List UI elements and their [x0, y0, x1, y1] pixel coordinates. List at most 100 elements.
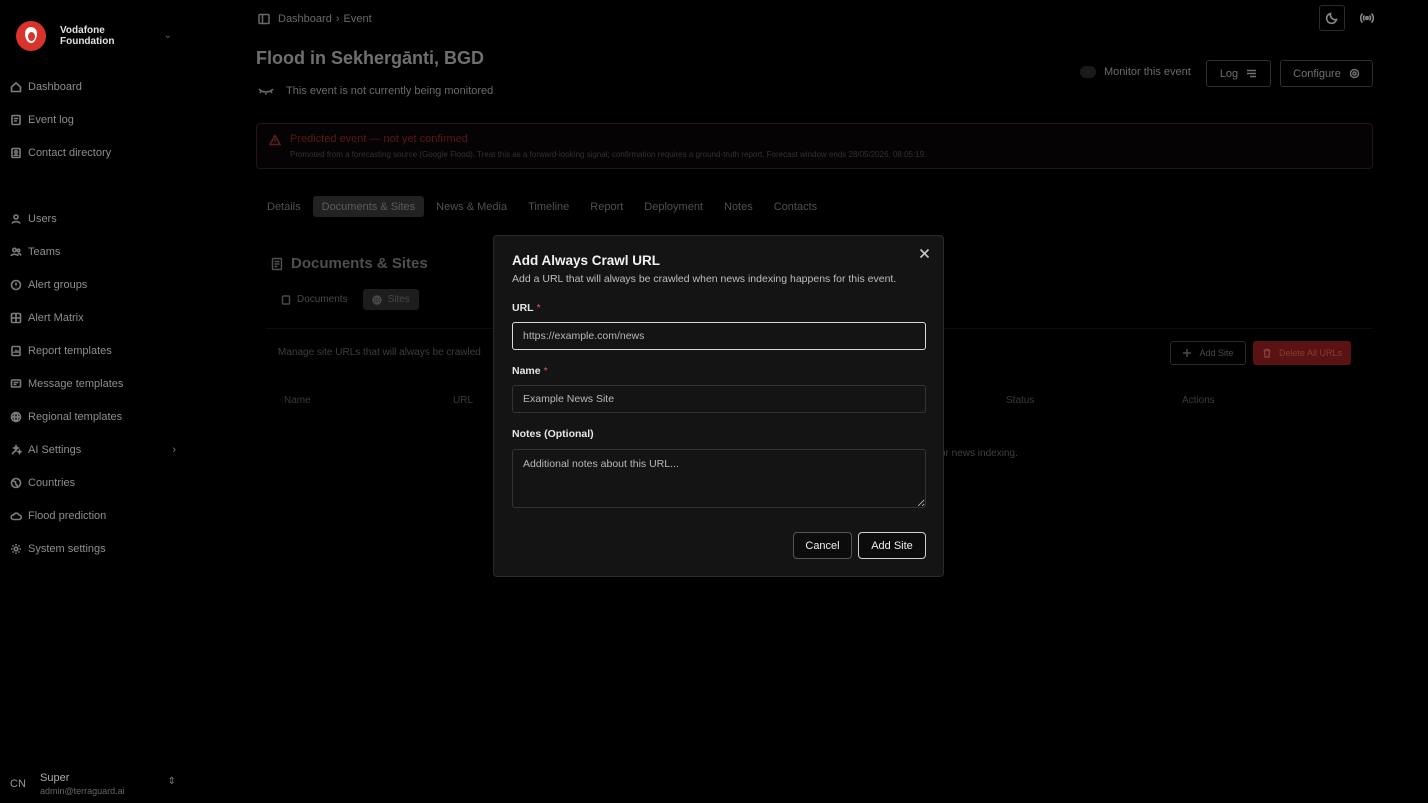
- sidebar-item-event-log[interactable]: Event log: [10, 109, 180, 131]
- prediction-alert: Predicted event — not yet confirmed Prom…: [256, 123, 1373, 169]
- sidebar-item-label: Countries: [28, 477, 76, 489]
- configure-button-label: Configure: [1293, 67, 1341, 80]
- column-header-url: URL: [453, 395, 474, 406]
- monitor-toggle[interactable]: Monitor this event: [1080, 66, 1191, 78]
- sidebar-item-dashboard[interactable]: Dashboard: [10, 76, 180, 98]
- sidebar-item-label: Dashboard: [28, 81, 82, 93]
- subtab-documents[interactable]: Documents: [272, 289, 357, 310]
- subtab-sites-label: Sites: [387, 294, 410, 305]
- sidebar-item-countries[interactable]: Countries: [10, 472, 180, 494]
- vodafone-logo: [16, 21, 46, 51]
- broadcast-button[interactable]: [1354, 5, 1380, 31]
- tab-documents-sites[interactable]: Documents & Sites: [312, 196, 425, 217]
- breadcrumb: Dashboard › Event: [258, 12, 372, 26]
- dialog-description: Add a URL that will always be crawled wh…: [512, 273, 897, 285]
- trash-icon: [1263, 348, 1271, 358]
- tab-details[interactable]: Details: [258, 196, 310, 217]
- add-site-button[interactable]: Add Site: [1170, 341, 1246, 365]
- event-tabs: Details Documents & Sites News & Media T…: [258, 196, 829, 217]
- chevron-down-icon: ⌄: [163, 30, 172, 41]
- user-menu[interactable]: CN Super admin@terraguard.ai ⇕: [10, 770, 180, 798]
- sidebar-item-flood-prediction[interactable]: Flood prediction: [10, 505, 180, 527]
- teams-icon: [10, 246, 22, 258]
- chevron-updown-icon: ⇕: [167, 776, 176, 787]
- alert-body: Promoted from a forecasting source (Goog…: [290, 150, 927, 159]
- theme-toggle-button[interactable]: [1319, 5, 1345, 31]
- close-button[interactable]: [917, 246, 931, 260]
- url-label: URL *: [512, 302, 541, 314]
- sidebar-item-users[interactable]: Users: [10, 208, 180, 230]
- section-title-text: Documents & Sites: [291, 255, 428, 272]
- sites-description: Manage site URLs that will always be cra…: [278, 347, 481, 358]
- add-site-submit-button[interactable]: Add Site: [858, 532, 926, 559]
- event-log-icon: [10, 114, 22, 126]
- name-input[interactable]: [512, 385, 926, 413]
- sidebar: Vodafone Foundation ⌄ Dashboard Event lo…: [0, 0, 190, 803]
- url-input[interactable]: [512, 322, 926, 350]
- monitor-toggle-label: Monitor this event: [1104, 66, 1191, 78]
- contacts-icon: [10, 147, 22, 159]
- sidebar-item-label: Regional templates: [28, 411, 123, 423]
- monitor-switch[interactable]: [1080, 66, 1096, 78]
- tab-timeline[interactable]: Timeline: [519, 196, 578, 217]
- log-button-label: Log: [1219, 67, 1239, 80]
- sidebar-item-label: System settings: [28, 543, 106, 555]
- sidebar-item-label: Alert groups: [28, 279, 88, 291]
- sidebar-toggle-icon[interactable]: [258, 13, 270, 25]
- sidebar-item-alert-groups[interactable]: Alert groups: [10, 274, 180, 296]
- tab-notes[interactable]: Notes: [715, 196, 762, 217]
- ai-icon: [10, 444, 22, 456]
- report-icon: [10, 345, 22, 357]
- sidebar-item-regional-templates[interactable]: Regional templates: [10, 406, 180, 428]
- dialog-title: Add Always Crawl URL: [512, 253, 661, 268]
- sidebar-item-label: Event log: [28, 114, 74, 126]
- sidebar-item-message-templates[interactable]: Message templates: [10, 373, 180, 395]
- required-mark: *: [543, 365, 548, 377]
- org-name-line2: Foundation: [60, 36, 115, 47]
- chevron-right-icon: ›: [172, 444, 176, 456]
- tab-report[interactable]: Report: [581, 196, 632, 217]
- breadcrumb-dashboard[interactable]: Dashboard: [278, 13, 332, 25]
- document-icon: [271, 257, 283, 270]
- gear-icon: [1349, 68, 1360, 79]
- sidebar-item-label: AI Settings: [28, 444, 82, 456]
- countries-icon: [10, 477, 22, 489]
- moon-icon: [1325, 12, 1338, 25]
- user-email: admin@terraguard.ai: [40, 786, 125, 796]
- eye-closed-icon: [258, 88, 274, 95]
- delete-all-urls-button[interactable]: Delete All URLs: [1253, 341, 1351, 365]
- alert-title: Predicted event — not yet confirmed: [290, 133, 468, 145]
- log-icon: [1247, 69, 1257, 78]
- subtab-sites[interactable]: Sites: [362, 289, 419, 310]
- settings-icon: [10, 543, 22, 555]
- add-site-label: Add Site: [1199, 348, 1234, 358]
- section-subtabs: Documents Sites: [272, 289, 425, 310]
- tab-contacts[interactable]: Contacts: [765, 196, 826, 217]
- column-header-actions: Actions: [1182, 395, 1215, 406]
- log-button[interactable]: Log: [1206, 60, 1271, 87]
- sidebar-item-contact-directory[interactable]: Contact directory: [10, 142, 180, 164]
- sidebar-item-ai-settings[interactable]: AI Settings ›: [10, 439, 180, 461]
- sidebar-item-label: Alert Matrix: [28, 312, 84, 324]
- tab-news-media[interactable]: News & Media: [427, 196, 516, 217]
- sidebar-item-report-templates[interactable]: Report templates: [10, 340, 180, 362]
- sidebar-item-alert-matrix[interactable]: Alert Matrix: [10, 307, 180, 329]
- tab-deployment[interactable]: Deployment: [635, 196, 712, 217]
- page-title: Flood in Sekhergānti, BGD: [256, 48, 485, 68]
- sidebar-item-label: Teams: [28, 246, 61, 258]
- cancel-button[interactable]: Cancel: [793, 532, 852, 559]
- close-icon: [919, 248, 929, 258]
- notes-textarea[interactable]: [512, 449, 926, 508]
- sidebar-item-system-settings[interactable]: System settings: [10, 538, 180, 560]
- user-info: Super admin@terraguard.ai: [40, 772, 125, 796]
- sidebar-item-label: Report templates: [28, 345, 112, 357]
- monitor-status-text: This event is not currently being monito…: [286, 85, 494, 97]
- alert-group-icon: [10, 279, 22, 291]
- notes-label: Notes (Optional): [512, 428, 594, 440]
- sidebar-item-teams[interactable]: Teams: [10, 241, 180, 263]
- cloud-icon: [10, 510, 22, 522]
- configure-button[interactable]: Configure: [1280, 60, 1373, 87]
- org-switcher[interactable]: Vodafone Foundation ⌄: [16, 20, 186, 52]
- breadcrumb-event: Event: [343, 13, 372, 25]
- warning-icon: [268, 133, 282, 146]
